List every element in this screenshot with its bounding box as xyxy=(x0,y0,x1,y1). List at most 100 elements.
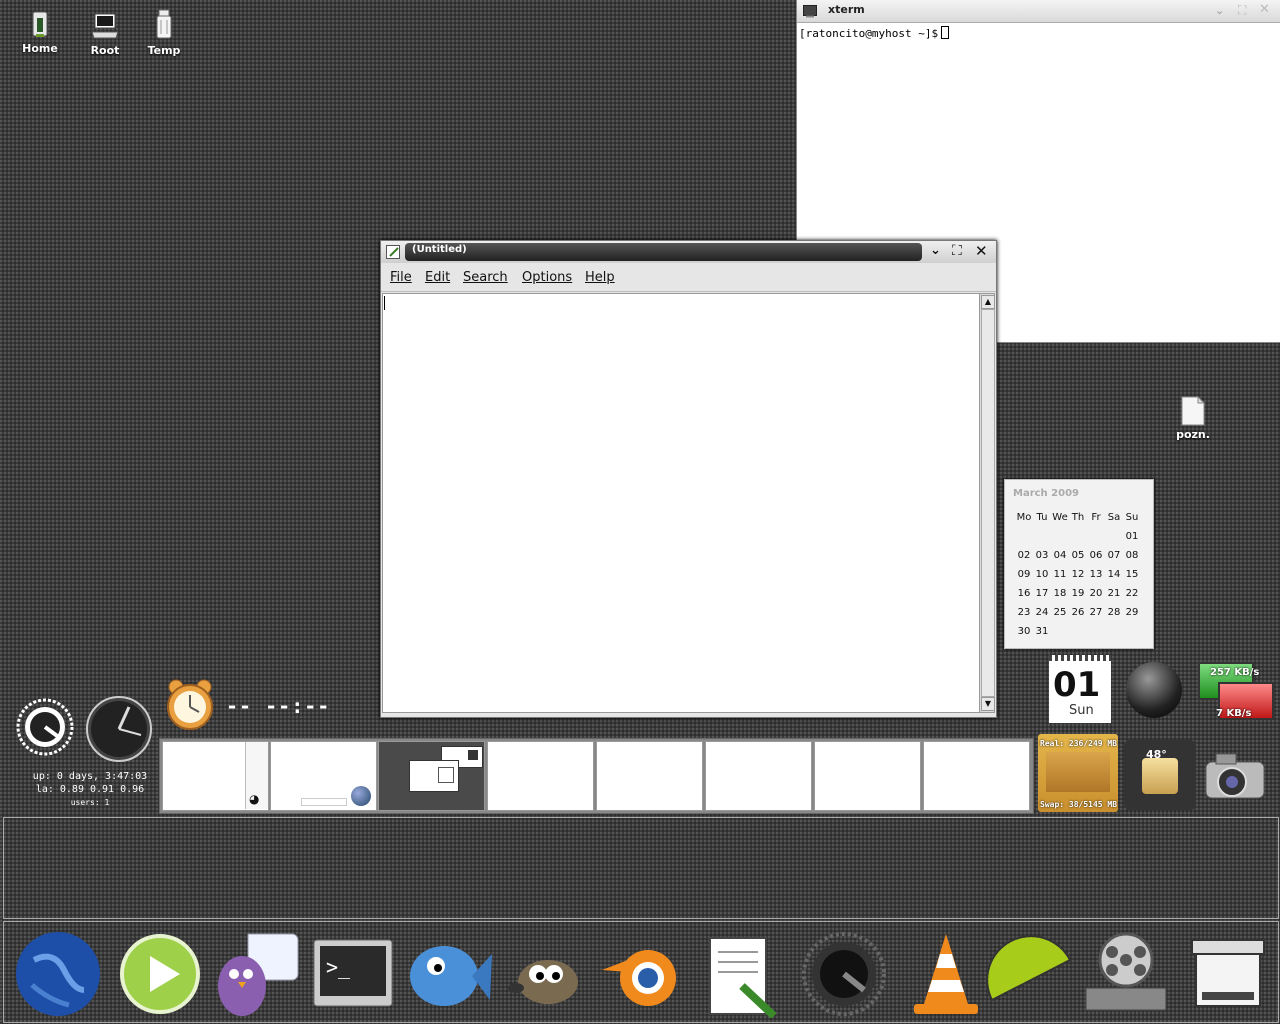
maximize-icon[interactable]: ⛶ xyxy=(952,243,962,259)
close-icon[interactable]: ✕ xyxy=(1259,2,1270,17)
desktop-icon-root[interactable]: Root xyxy=(75,10,135,57)
chat-pidgin-icon[interactable] xyxy=(212,930,300,1018)
desktop-icon-temp[interactable]: Temp xyxy=(134,8,194,57)
vlc-cone-icon[interactable] xyxy=(902,930,990,1018)
pager-desktop-7[interactable] xyxy=(814,741,921,811)
desktop-icon-home[interactable]: Home xyxy=(10,10,70,55)
calendar-day: 20 xyxy=(1089,588,1103,599)
calendar-day: 22 xyxy=(1125,588,1139,599)
blender-icon[interactable] xyxy=(598,930,686,1018)
calendar-day: 05 xyxy=(1071,550,1085,561)
calendar-day: 30 xyxy=(1017,626,1031,637)
pager-desktop-6[interactable] xyxy=(705,741,812,811)
calendar-title: March 2009 xyxy=(1013,488,1079,499)
menu-edit[interactable]: Edit xyxy=(425,270,450,285)
text-editor-icon xyxy=(386,245,400,259)
maximize-icon[interactable]: ⛶ xyxy=(1238,3,1246,18)
chevron-down-icon[interactable]: ⌄ xyxy=(1215,4,1224,17)
desktop-icon-pozn[interactable]: pozn. xyxy=(1163,396,1223,441)
system-monitor-dial-icon[interactable] xyxy=(16,694,74,760)
editor-menubar: File Edit Search Options Help xyxy=(381,263,996,292)
calendar-day: 02 xyxy=(1017,550,1031,561)
memory-real: Real: 236/249 MB xyxy=(1040,739,1118,748)
chat-pidgin-icon: ◕ xyxy=(249,792,260,806)
date-widget: 01 Sun xyxy=(1049,655,1111,723)
browser-globe-icon[interactable] xyxy=(14,930,102,1018)
calendar-day xyxy=(1087,527,1105,546)
system-info: up: 0 days, 3:47:03 la: 0.89 0.91 0.96 u… xyxy=(20,770,160,809)
menu-search[interactable]: Search xyxy=(463,270,508,285)
desktop-icon-label: Home xyxy=(22,42,58,55)
calendar-day: 21 xyxy=(1107,588,1121,599)
calendar-day xyxy=(1015,527,1033,546)
calendar-day: 31 xyxy=(1035,626,1049,637)
pager-desktop-5[interactable] xyxy=(596,741,703,811)
calendar-day: 23 xyxy=(1017,607,1031,618)
system-dial-icon[interactable] xyxy=(800,930,888,1018)
memory-monitor: Real: 236/249 MB Swap: 38/5145 MB xyxy=(1038,734,1118,812)
vertical-scrollbar[interactable]: ▲ ▼ xyxy=(979,293,995,713)
cpu-temperature-monitor: 48° xyxy=(1124,740,1196,810)
computer-icon xyxy=(91,13,119,39)
calendar-grid: Mo Tu We Th Fr Sa Su 01 02 03 04 05 06 0… xyxy=(1015,508,1141,641)
terminal-prompt-line[interactable]: [ratoncito@myhost ~]$ xyxy=(799,26,950,40)
calendar-day: 19 xyxy=(1071,588,1085,599)
calendar-day: 04 xyxy=(1053,550,1067,561)
menu-options[interactable]: Options xyxy=(522,270,572,285)
calendar-day: 01 xyxy=(1125,531,1139,542)
network-download-rate: 7 KB/s xyxy=(1216,708,1252,719)
scrollbar-thumb[interactable] xyxy=(981,309,995,697)
close-icon[interactable]: ✕ xyxy=(975,242,988,260)
calendar-day: 09 xyxy=(1017,569,1031,580)
network-monitor: 257 KB/s 7 KB/s xyxy=(1196,660,1276,730)
weekday-header: Su xyxy=(1125,512,1139,523)
chevron-down-icon[interactable]: ⌄ xyxy=(930,243,941,258)
calendar-day xyxy=(1069,527,1087,546)
date-day: 01 xyxy=(1053,665,1101,705)
editor-titlebar[interactable]: (Untitled) ⌄ ⛶ ✕ xyxy=(381,241,996,263)
uptime-text: up: 0 days, 3:47:03 xyxy=(32,771,148,782)
weekday-header: We xyxy=(1052,512,1068,523)
calendar-day xyxy=(1087,622,1105,641)
calendar-day: 08 xyxy=(1125,550,1139,561)
film-reel-icon[interactable] xyxy=(1082,930,1170,1018)
terminal-icon xyxy=(468,750,478,760)
pager-desktop-1[interactable]: ◕ xyxy=(162,741,269,811)
calendar-day xyxy=(1051,622,1069,641)
document-icon xyxy=(1181,396,1205,426)
pager-desktop-3[interactable] xyxy=(378,741,485,811)
desktop-icon-label: Root xyxy=(90,44,120,57)
xterm-titlebar[interactable]: xterm ⌄ ⛶ ✕ xyxy=(797,0,1280,23)
pager-desktop-2[interactable] xyxy=(270,741,377,811)
calendar-day xyxy=(1033,527,1051,546)
editor-text-area[interactable] xyxy=(382,293,980,713)
black-sphere-icon[interactable] xyxy=(1126,662,1182,718)
calendar-day: 03 xyxy=(1035,550,1049,561)
terminal-icon[interactable]: >_ xyxy=(310,930,398,1018)
gimp-icon[interactable] xyxy=(502,930,590,1018)
pager-desktop-4[interactable] xyxy=(487,741,594,811)
scroll-up-arrow-icon[interactable]: ▲ xyxy=(981,295,995,309)
calendar-day: 27 xyxy=(1089,607,1103,618)
scanner-icon[interactable] xyxy=(1184,930,1272,1018)
date-weekday: Sun xyxy=(1069,703,1094,718)
calendar-day: 11 xyxy=(1053,569,1067,580)
pager-desktop-8[interactable] xyxy=(923,741,1030,811)
scroll-down-arrow-icon[interactable]: ▼ xyxy=(981,697,995,711)
calendar-day: 06 xyxy=(1089,550,1103,561)
menu-help[interactable]: Help xyxy=(585,270,615,285)
alarm-clock-icon[interactable] xyxy=(162,677,218,733)
text-editor-icon[interactable] xyxy=(702,930,790,1018)
editor-window[interactable]: (Untitled) ⌄ ⛶ ✕ File Edit Search Option… xyxy=(380,240,997,718)
camera-icon[interactable] xyxy=(1202,748,1268,810)
calendar-rings xyxy=(1049,655,1111,661)
menu-file[interactable]: File xyxy=(390,270,412,285)
calendar-day: 15 xyxy=(1125,569,1139,580)
green-half-disc-icon[interactable] xyxy=(986,930,1074,1018)
media-player-play-icon[interactable] xyxy=(116,930,204,1018)
terminal-prompt: [ratoncito@myhost ~]$ xyxy=(799,27,939,40)
calendar-day: 12 xyxy=(1071,569,1085,580)
calendar-day xyxy=(1123,622,1141,641)
calendar-day: 10 xyxy=(1035,569,1049,580)
fish-icon[interactable] xyxy=(406,930,494,1018)
